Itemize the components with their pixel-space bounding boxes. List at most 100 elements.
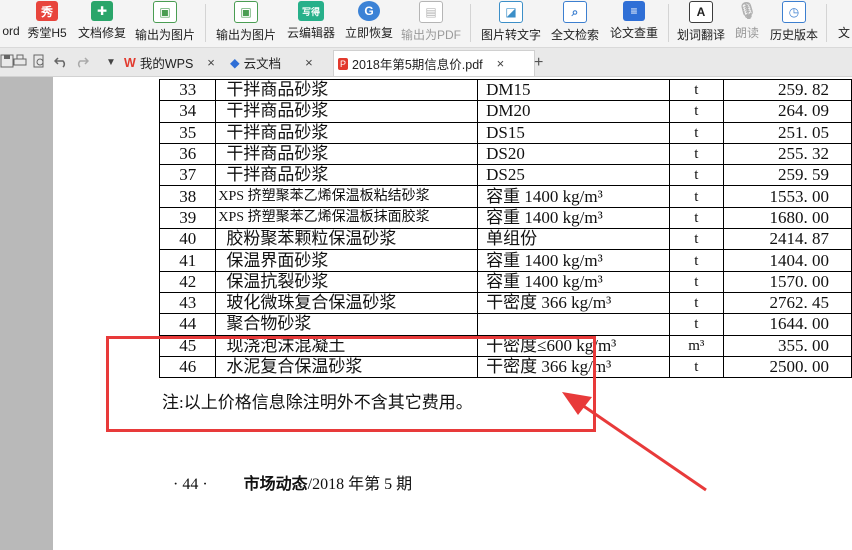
price-value: 1553. 00 — [723, 185, 852, 208]
material-name: 玻化微珠复合保温砂浆 — [215, 291, 479, 315]
fulltext-search-icon: ⌕ — [563, 1, 587, 23]
unit: t — [668, 313, 725, 336]
ribbon-fulltext-search-button[interactable]: ⌕ 全文检索 — [549, 0, 601, 47]
table-row: 44 聚合物砂浆 t 1644. 00 — [158, 313, 852, 336]
ribbon-separator — [205, 4, 206, 42]
material-spec: 单组份 — [477, 228, 670, 251]
material-spec: DS20 — [477, 142, 670, 166]
ribbon-history-button[interactable]: ◷ 历史版本 — [768, 0, 820, 47]
material-name: 干拌商品砂浆 — [215, 100, 479, 123]
unit: t — [668, 249, 725, 272]
ribbon-xiutang-button[interactable]: 秀 秀堂H5 — [24, 0, 70, 47]
cloud-docs-icon: ◆ — [230, 56, 240, 70]
close-icon[interactable]: × — [497, 56, 505, 71]
undo-icon[interactable] — [54, 54, 68, 68]
unit: t — [668, 121, 725, 144]
tab-label: 云文档 — [243, 57, 282, 71]
ribbon-export-pdf-button[interactable]: ▤ 输出为PDF — [400, 0, 462, 47]
material-name: 保温界面砂浆 — [215, 249, 479, 272]
price-value: 2762. 45 — [723, 291, 852, 315]
ribbon-more-button[interactable]: 文 — [836, 0, 852, 47]
row-number: 33 — [158, 78, 217, 102]
tab-pdf-document[interactable]: P 2018年第5期信息价.pdf × — [333, 50, 535, 76]
material-spec: 容重 1400 kg/m³ — [477, 249, 670, 272]
tab-cloud-docs[interactable]: ◆ 云文档 × — [230, 50, 330, 75]
tab-label: 我的WPS — [139, 57, 194, 71]
new-tab-button[interactable]: + — [534, 50, 543, 75]
unit: t — [668, 355, 725, 379]
ribbon-word-button[interactable]: ord — [0, 0, 22, 47]
page-number: · 44 · — [173, 476, 208, 493]
ribbon-translate-button[interactable]: A 划词翻译 — [675, 0, 727, 47]
ribbon-export-image-button[interactable]: ▣ 输出为图片 — [133, 0, 197, 47]
unit: t — [668, 270, 725, 293]
table-row: 40 胶粉聚苯颗粒保温砂浆 单组份 t 2414. 87 — [158, 228, 852, 251]
restore-icon: G — [358, 1, 380, 21]
export-pdf-icon: ▤ — [419, 1, 443, 23]
table-row: 39 XPS 挤塑聚苯乙烯保温板抹面胶浆 容重 1400 kg/m³ t 1680. 0… — [158, 206, 852, 230]
material-name: 胶粉聚苯颗粒保温砂浆 — [215, 228, 479, 251]
table-row: 37 干拌商品砂浆 DS25 t 259. 59 — [158, 164, 852, 187]
row-number: 42 — [158, 270, 217, 293]
tab-dropdown-button[interactable]: ▼ — [106, 50, 116, 75]
price-value: 1680. 00 — [723, 206, 852, 230]
price-value: 1644. 00 — [723, 313, 852, 336]
material-name: 干拌商品砂浆 — [215, 121, 479, 144]
unit: t — [668, 206, 725, 230]
toolbar-ribbon: ord 秀 秀堂H5 ✚ 文档修复 ▣ 输出为图片 ▣ 输出为图片 写得 云编辑… — [0, 0, 852, 48]
ribbon-separator — [668, 4, 669, 42]
row-number: 39 — [158, 206, 217, 230]
unit: m³ — [668, 334, 725, 357]
material-name: 干拌商品砂浆 — [215, 164, 479, 187]
row-number: 44 — [158, 313, 217, 336]
unit: t — [668, 228, 725, 251]
redo-icon[interactable] — [75, 54, 89, 68]
left-margin-panel — [0, 77, 53, 550]
price-value: 251. 05 — [723, 121, 852, 144]
material-name: XPS 挤塑聚苯乙烯保温板抹面胶浆 — [215, 206, 479, 230]
price-value: 355. 00 — [723, 334, 852, 357]
ribbon-ocr-button[interactable]: ◪ 图片转文字 — [479, 0, 543, 47]
ribbon-doc-repair-button[interactable]: ✚ 文档修复 — [76, 0, 128, 47]
doc-repair-icon: ✚ — [91, 1, 113, 21]
unit: t — [668, 142, 725, 166]
price-value: 2500. 00 — [723, 355, 852, 379]
ribbon-paper-check-button[interactable]: ≡ 论文查重 — [608, 0, 660, 47]
material-spec: DM20 — [477, 100, 670, 123]
ribbon-cloud-editor-button[interactable]: 写得 云编辑器 — [285, 0, 337, 47]
document-view[interactable]: 33 干拌商品砂浆 DM15 t 259. 82 34 干拌商品砂浆 DM20 t 264. 09… — [0, 77, 852, 550]
material-spec: DS15 — [477, 121, 670, 144]
cloud-editor-icon: 写得 — [298, 1, 324, 21]
export-image-icon: ▣ — [153, 1, 177, 23]
table-row: 43 玻化微珠复合保温砂浆 干密度 366 kg/m³ t 2762. 45 — [158, 291, 852, 315]
tab-my-wps[interactable]: W 我的WPS × — [124, 50, 224, 75]
table-row: 33 干拌商品砂浆 DM15 t 259. 82 — [158, 78, 852, 102]
ribbon-export-image-button-2[interactable]: ▣ 输出为图片 — [214, 0, 278, 47]
price-value: 259. 59 — [723, 164, 852, 187]
price-value: 1570. 00 — [723, 270, 852, 293]
ribbon-read-aloud-button[interactable]: 🎙 朗读 — [733, 0, 761, 47]
ribbon-restore-button[interactable]: G 立即恢复 — [343, 0, 395, 47]
close-icon[interactable]: × — [305, 55, 313, 70]
print-icon[interactable] — [13, 54, 27, 68]
material-spec — [477, 313, 670, 336]
table-row: 42 保温抗裂砂浆 容重 1400 kg/m³ t 1570. 00 — [158, 270, 852, 293]
xiu-icon: 秀 — [36, 1, 58, 21]
row-number: 36 — [158, 142, 217, 166]
close-icon[interactable]: × — [207, 55, 215, 70]
price-value: 259. 82 — [723, 78, 852, 102]
save-icon[interactable] — [0, 54, 14, 68]
row-number: 40 — [158, 228, 217, 251]
row-number: 38 — [158, 185, 217, 208]
price-value: 1404. 00 — [723, 249, 852, 272]
paper-check-icon: ≡ — [623, 1, 645, 21]
price-value: 2414. 87 — [723, 228, 852, 251]
material-name: 干拌商品砂浆 — [215, 78, 479, 102]
print-preview-icon[interactable] — [32, 54, 46, 68]
annotation-rectangle — [106, 336, 596, 432]
publication-title: 市场动态 — [243, 476, 308, 493]
unit: t — [668, 100, 725, 123]
material-spec: 干密度 366 kg/m³ — [477, 291, 670, 315]
unit: t — [668, 78, 725, 102]
material-spec: DS25 — [477, 164, 670, 187]
